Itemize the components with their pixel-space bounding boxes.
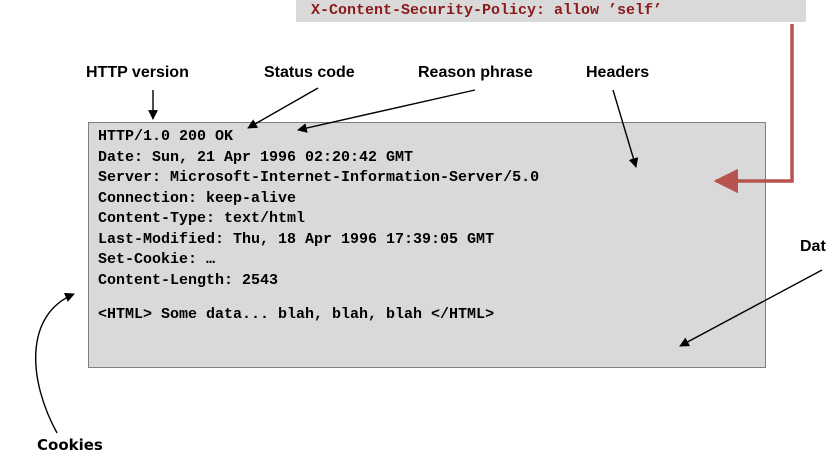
annotation-arrows (35, 24, 823, 434)
arrow-csp-injection (713, 24, 794, 194)
arrow-reason-phrase (297, 89, 476, 133)
arrow-cookies (35, 292, 75, 434)
arrow-status-code (247, 87, 319, 129)
arrow-headers (612, 89, 639, 168)
arrow-data (679, 269, 823, 347)
